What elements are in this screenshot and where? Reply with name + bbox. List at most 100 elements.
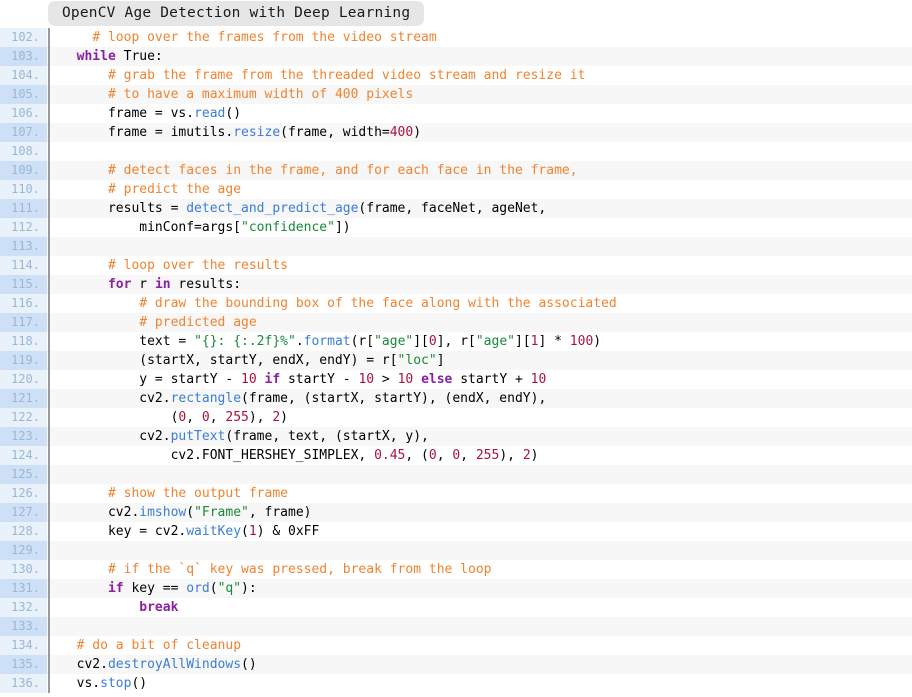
code-line-text[interactable]: break: [55, 598, 912, 617]
code-line-text[interactable]: # loop over the frames from the video st…: [55, 28, 912, 47]
code-line-text[interactable]: results = detect_and_predict_age(frame, …: [55, 199, 912, 218]
line-number: 122.: [0, 408, 47, 427]
code-token-plain: ):: [241, 581, 257, 596]
code-line-text[interactable]: (startX, startY, endX, endY) = r["loc"]: [55, 351, 912, 370]
code-line-text[interactable]: # loop over the results: [55, 256, 912, 275]
code-line[interactable]: 131. if key == ord("q"):: [0, 579, 912, 598]
code-line[interactable]: 119. (startX, startY, endX, endY) = r["l…: [0, 351, 912, 370]
code-line-text[interactable]: key = cv2.waitKey(1) & 0xFF: [55, 522, 912, 541]
titlebar: OpenCV Age Detection with Deep Learning: [0, 0, 912, 28]
code-line[interactable]: 107. frame = imutils.resize(frame, width…: [0, 123, 912, 142]
code-line-text[interactable]: [55, 541, 912, 560]
code-token-comment: # loop over the frames from the video st…: [92, 30, 437, 45]
code-line-text[interactable]: # predicted age: [55, 313, 912, 332]
code-line-text[interactable]: while True:: [55, 47, 912, 66]
code-line[interactable]: 124. cv2.FONT_HERSHEY_SIMPLEX, 0.45, (0,…: [0, 446, 912, 465]
code-line[interactable]: 113.: [0, 237, 912, 256]
code-line[interactable]: 121. cv2.rectangle(frame, (startX, start…: [0, 389, 912, 408]
code-line[interactable]: 111. results = detect_and_predict_age(fr…: [0, 199, 912, 218]
code-line-text[interactable]: cv2.rectangle(frame, (startX, startY), (…: [55, 389, 912, 408]
code-line-text[interactable]: # detect faces in the frame, and for eac…: [55, 161, 912, 180]
code-line-text[interactable]: cv2.FONT_HERSHEY_SIMPLEX, 0.45, (0, 0, 2…: [55, 446, 912, 465]
code-line-text[interactable]: cv2.destroyAllWindows(): [55, 655, 912, 674]
gutter-divider: [47, 256, 55, 275]
code-line-text[interactable]: [55, 237, 912, 256]
code-line-text[interactable]: # to have a maximum width of 400 pixels: [55, 85, 912, 104]
code-line[interactable]: 115. for r in results:: [0, 275, 912, 294]
code-line[interactable]: 126. # show the output frame: [0, 484, 912, 503]
gutter-divider: [47, 408, 55, 427]
line-number: 136.: [0, 674, 47, 693]
code-line[interactable]: 127. cv2.imshow("Frame", frame): [0, 503, 912, 522]
code-line[interactable]: 123. cv2.putText(frame, text, (startX, y…: [0, 427, 912, 446]
code-line[interactable]: 112. minConf=args["confidence"]): [0, 218, 912, 237]
code-line[interactable]: 117. # predicted age: [0, 313, 912, 332]
code-line[interactable]: 110. # predict the age: [0, 180, 912, 199]
code-line-text[interactable]: # do a bit of cleanup: [55, 636, 912, 655]
line-number: 129.: [0, 541, 47, 560]
code-line[interactable]: 114. # loop over the results: [0, 256, 912, 275]
code-line[interactable]: 118. text = "{}: {:.2f}%".format(r["age"…: [0, 332, 912, 351]
code-line-text[interactable]: [55, 617, 912, 636]
code-line-text[interactable]: frame = vs.read(): [55, 104, 912, 123]
line-number: 106.: [0, 104, 47, 123]
code-line[interactable]: 108.: [0, 142, 912, 161]
code-line[interactable]: 103. while True:: [0, 47, 912, 66]
code-line[interactable]: 105. # to have a maximum width of 400 pi…: [0, 85, 912, 104]
code-line[interactable]: 104. # grab the frame from the threaded …: [0, 66, 912, 85]
code-line[interactable]: 133.: [0, 617, 912, 636]
code-line[interactable]: 132. break: [0, 598, 912, 617]
code-line-text[interactable]: minConf=args["confidence"]): [55, 218, 912, 237]
code-token-plain: startY +: [452, 372, 531, 387]
code-line-text[interactable]: # predict the age: [55, 180, 912, 199]
line-number: 105.: [0, 85, 47, 104]
code-token-func: rectangle: [170, 391, 242, 406]
line-number: 116.: [0, 294, 47, 313]
code-line-text[interactable]: if key == ord("q"):: [55, 579, 912, 598]
code-line-text[interactable]: [55, 465, 912, 484]
code-line[interactable]: 116. # draw the bounding box of the face…: [0, 294, 912, 313]
code-line[interactable]: 106. frame = vs.read(): [0, 104, 912, 123]
code-line-text[interactable]: # draw the bounding box of the face alon…: [55, 294, 912, 313]
code-line-text[interactable]: # if the `q` key was pressed, break from…: [55, 560, 912, 579]
code-line[interactable]: 128. key = cv2.waitKey(1) & 0xFF: [0, 522, 912, 541]
code-line-text[interactable]: y = startY - 10 if startY - 10 > 10 else…: [55, 370, 912, 389]
code-line[interactable]: 120. y = startY - 10 if startY - 10 > 10…: [0, 370, 912, 389]
code-token-number: 0: [428, 334, 437, 349]
code-line[interactable]: 109. # detect faces in the frame, and fo…: [0, 161, 912, 180]
code-line[interactable]: 134. # do a bit of cleanup: [0, 636, 912, 655]
code-line[interactable]: 135. cv2.destroyAllWindows(): [0, 655, 912, 674]
line-number: 115.: [0, 275, 47, 294]
code-listing[interactable]: 102. # loop over the frames from the vid…: [0, 28, 912, 697]
code-line[interactable]: 125.: [0, 465, 912, 484]
code-line-text[interactable]: text = "{}: {:.2f}%".format(r["age"][0],…: [55, 332, 912, 351]
code-line-text[interactable]: for r in results:: [55, 275, 912, 294]
code-line-text[interactable]: frame = imutils.resize(frame, width=400): [55, 123, 912, 142]
code-line[interactable]: 129.: [0, 541, 912, 560]
line-number: 113.: [0, 237, 47, 256]
gutter-divider: [47, 522, 55, 541]
code-line-text[interactable]: # show the output frame: [55, 484, 912, 503]
code-line-text[interactable]: # grab the frame from the threaded video…: [55, 66, 912, 85]
code-token-func: resize: [233, 125, 281, 140]
code-line-text[interactable]: vs.stop(): [55, 674, 912, 693]
line-number: 125.: [0, 465, 47, 484]
code-token-plain: cv2.: [61, 391, 171, 406]
code-line[interactable]: 136. vs.stop(): [0, 674, 912, 693]
code-line-text[interactable]: [55, 142, 912, 161]
code-line-text[interactable]: (0, 0, 255), 2): [55, 408, 912, 427]
code-token-number: 255: [225, 410, 249, 425]
gutter-divider: [47, 541, 55, 560]
code-line-text[interactable]: cv2.imshow("Frame", frame): [55, 503, 912, 522]
code-line[interactable]: 102. # loop over the frames from the vid…: [0, 28, 912, 47]
code-line-text[interactable]: cv2.putText(frame, text, (startX, y),: [55, 427, 912, 446]
code-token-string: "loc": [397, 353, 437, 368]
code-token-number: 255: [475, 448, 500, 463]
code-line[interactable]: 130. # if the `q` key was pressed, break…: [0, 560, 912, 579]
code-line[interactable]: 122. (0, 0, 255), 2): [0, 408, 912, 427]
code-token-plain: (: [241, 524, 249, 539]
